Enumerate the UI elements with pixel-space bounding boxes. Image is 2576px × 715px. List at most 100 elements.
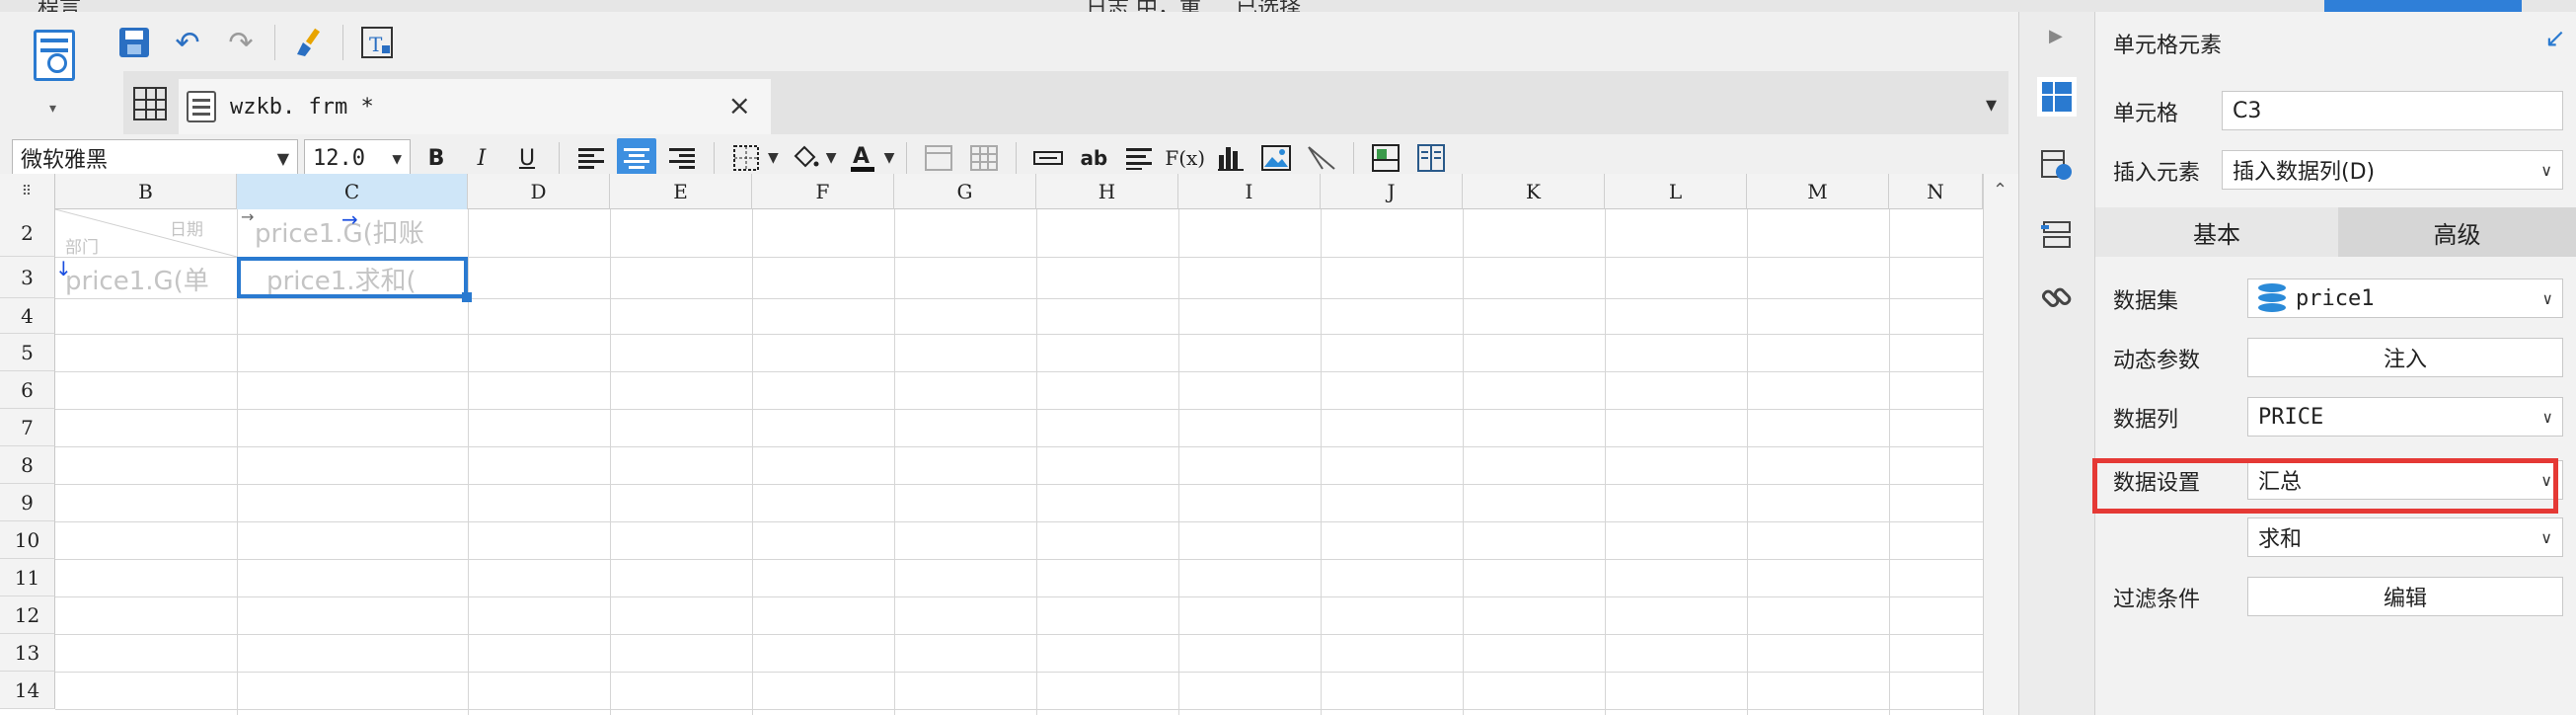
inject-button[interactable]: 注入: [2247, 338, 2563, 377]
column-header-l[interactable]: L: [1605, 174, 1747, 209]
chevron-down-icon: ∨: [2542, 288, 2552, 308]
aggregate-select[interactable]: 求和 ∨: [2247, 517, 2563, 557]
toolbar-divider: [906, 142, 908, 174]
row-header-3[interactable]: 3: [0, 257, 55, 298]
insert-text-button[interactable]: ab: [1074, 138, 1113, 178]
chevron-down-icon: ∨: [2542, 407, 2552, 427]
column-header-g[interactable]: G: [894, 174, 1036, 209]
column-gridline: [1036, 209, 1037, 715]
fill-handle[interactable]: [462, 292, 472, 302]
tab-basic[interactable]: 基本: [2095, 207, 2338, 257]
cell-element-tab[interactable]: [2037, 77, 2077, 117]
tab-wzkb[interactable]: wzkb. frm * ×: [179, 79, 771, 134]
column-header-m[interactable]: M: [1747, 174, 1889, 209]
bold-button[interactable]: B: [417, 138, 456, 178]
row-header-11[interactable]: 11: [0, 559, 55, 596]
widget-settings-icon: [2041, 221, 2071, 248]
column-header-b[interactable]: B: [55, 174, 237, 209]
align-center-icon: [624, 148, 649, 169]
align-left-button[interactable]: [571, 138, 611, 178]
underline-button[interactable]: U: [507, 138, 547, 178]
row-gridline: [55, 298, 1983, 299]
save-button[interactable]: [111, 21, 158, 64]
border-button[interactable]: [726, 138, 766, 178]
chevron-down-icon[interactable]: ▼: [768, 150, 779, 166]
redo-button[interactable]: ↷: [217, 21, 265, 64]
selected-cell-c3[interactable]: [237, 257, 468, 298]
chevron-down-icon: ▼: [276, 148, 289, 168]
split-cells-button[interactable]: [964, 138, 1004, 178]
row-header-9[interactable]: 9: [0, 484, 55, 521]
column-header-e[interactable]: E: [610, 174, 752, 209]
spreadsheet-grid[interactable]: ⠿ BCDEFGHIJKLMN 2 3 4 5 6 7 8 9 10 11 12 13 14 日期 部门…: [0, 174, 2018, 715]
cell-c2[interactable]: price1.G(扣账: [255, 213, 462, 250]
column-header-i[interactable]: I: [1178, 174, 1321, 209]
select-all-corner[interactable]: ⠿: [0, 174, 55, 209]
column-header-k[interactable]: K: [1463, 174, 1605, 209]
clear-format-button[interactable]: [285, 21, 333, 64]
tab-advanced[interactable]: 高级: [2338, 207, 2576, 257]
insert-textfield-button[interactable]: [1028, 138, 1068, 178]
row-gridline: [55, 521, 1983, 522]
dataset-label: 数据集: [2113, 289, 2179, 314]
row-header-14[interactable]: 14: [0, 672, 55, 709]
cell-layout-button[interactable]: [1411, 138, 1451, 178]
font-size-select[interactable]: 12.0 ▼: [304, 139, 411, 177]
template-button[interactable]: T: [353, 21, 401, 64]
merge-cells-button[interactable]: [919, 138, 958, 178]
filter-edit-button[interactable]: 编辑: [2247, 577, 2563, 616]
column-header-d[interactable]: D: [468, 174, 610, 209]
dataset-select[interactable]: price1 ∨: [2247, 278, 2563, 318]
fill-color-button[interactable]: [785, 138, 824, 178]
insert-formula-button[interactable]: F(x): [1165, 138, 1205, 178]
data-column-value: PRICE: [2258, 404, 2324, 430]
row-header-7[interactable]: 7: [0, 409, 55, 446]
font-family-select[interactable]: 微软雅黑 ▼: [12, 139, 298, 177]
cell-attribute-tab[interactable]: [2037, 146, 2077, 186]
grid-icon[interactable]: [133, 87, 167, 120]
column-header-n[interactable]: N: [1889, 174, 1983, 209]
column-header-j[interactable]: J: [1321, 174, 1463, 209]
hyperlink-tab[interactable]: [2037, 278, 2077, 318]
dropdown-arrow-icon[interactable]: ▾: [49, 101, 56, 117]
insert-slash-button[interactable]: [1302, 138, 1341, 178]
insert-chart-button[interactable]: [1211, 138, 1250, 178]
insert-element-select[interactable]: 插入数据列(D) ∨: [2222, 150, 2563, 190]
chevron-down-icon[interactable]: ▼: [884, 150, 895, 166]
row-header-12[interactable]: 12: [0, 596, 55, 634]
column-header-f[interactable]: F: [752, 174, 894, 209]
collapse-arrow-icon[interactable]: ▶: [2049, 26, 2063, 46]
row-header-13[interactable]: 13: [0, 634, 55, 672]
preview-button[interactable]: ▾: [20, 20, 89, 119]
row-header-8[interactable]: 8: [0, 446, 55, 484]
align-center-button[interactable]: [617, 138, 656, 178]
chevron-down-icon[interactable]: ▼: [826, 150, 837, 166]
vertical-scrollbar[interactable]: ⌃: [1983, 174, 2018, 715]
widget-settings-tab[interactable]: [2037, 215, 2077, 255]
data-column-select[interactable]: PRICE ∨: [2247, 397, 2563, 437]
row-header-5[interactable]: 5: [0, 334, 55, 371]
row-header-4[interactable]: 4: [0, 298, 55, 334]
cell-b3[interactable]: price1.G(单: [65, 261, 235, 297]
insert-image-button[interactable]: [1256, 138, 1296, 178]
font-color-button[interactable]: A: [843, 138, 882, 178]
insert-richtext-button[interactable]: [1119, 138, 1159, 178]
column-header-h[interactable]: H: [1036, 174, 1178, 209]
column-gridline: [1889, 209, 1890, 715]
cell-name-input[interactable]: C3: [2222, 91, 2563, 130]
italic-button[interactable]: I: [462, 138, 501, 178]
row-header-6[interactable]: 6: [0, 371, 55, 409]
cell-attr-button[interactable]: [1366, 138, 1405, 178]
column-header-c[interactable]: C: [237, 174, 468, 209]
align-right-button[interactable]: [662, 138, 702, 178]
row-header-2[interactable]: 2: [0, 209, 55, 257]
scroll-up-icon[interactable]: ⌃: [1993, 180, 2008, 200]
brush-icon: [297, 28, 321, 56]
undo-button[interactable]: ↶: [164, 21, 211, 64]
pin-icon[interactable]: ↙: [2544, 24, 2566, 53]
close-icon[interactable]: ×: [728, 89, 751, 121]
top-right-button[interactable]: [2324, 0, 2522, 12]
row-header-10[interactable]: 10: [0, 521, 55, 559]
redo-icon: ↷: [228, 25, 254, 60]
tab-menu-icon[interactable]: ▾: [1986, 93, 1997, 118]
